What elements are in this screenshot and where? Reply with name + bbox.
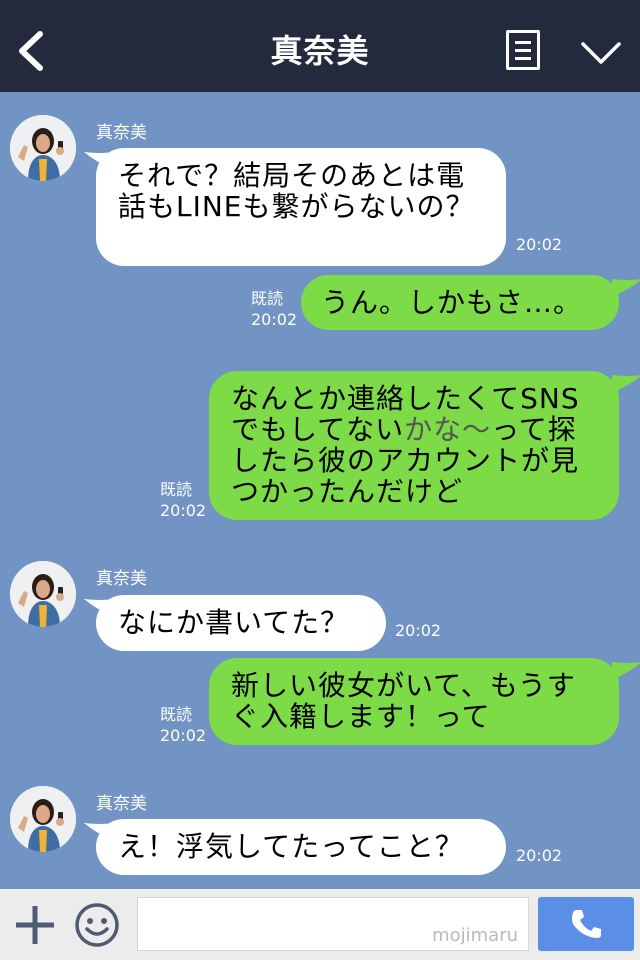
sender-name: 真奈美 xyxy=(96,794,147,814)
watermark: mojimaru xyxy=(432,925,518,946)
bubble-tail xyxy=(612,375,640,393)
sender-name: 真奈美 xyxy=(96,569,147,589)
phone-icon xyxy=(572,910,601,938)
read-receipt: 既読 xyxy=(251,289,284,308)
message-time: 20:02 xyxy=(160,726,207,745)
smiley-icon[interactable] xyxy=(74,902,120,948)
message-bubble[interactable]: うん。しかもさ…。 xyxy=(301,275,619,330)
plus-icon[interactable] xyxy=(14,904,56,946)
chat-title: 真奈美 xyxy=(270,32,370,70)
avatar[interactable] xyxy=(10,561,76,627)
message-list[interactable]: 真奈美 それで？結局そのあとは電話もLINEも繋がらないの？ 20:02 既読 … xyxy=(0,92,640,889)
message-bubble[interactable]: なにか書いてた？ xyxy=(96,595,386,651)
avatar[interactable] xyxy=(10,115,76,181)
message-bubble[interactable]: それで？結局そのあとは電話もLINEも繋がらないの？ xyxy=(96,148,506,266)
avatar-image xyxy=(10,561,76,627)
message-time: 20:02 xyxy=(160,501,207,520)
call-button[interactable] xyxy=(538,897,634,951)
avatar-image xyxy=(10,115,76,181)
avatar[interactable] xyxy=(10,786,76,852)
bubble-tail xyxy=(612,662,640,680)
message-time: 20:02 xyxy=(395,621,442,640)
message-text-highlight: かな〜 xyxy=(404,413,492,446)
notes-icon[interactable] xyxy=(506,30,540,70)
chevron-down-icon[interactable] xyxy=(580,40,622,66)
message-bubble[interactable]: 新しい彼女がいて、もうすぐ入籍します！って xyxy=(209,658,619,745)
avatar-image xyxy=(10,786,76,852)
message-time: 20:02 xyxy=(516,235,563,254)
message-bubble[interactable]: なんとか連絡したくてSNSでもしてないかな〜って探したら彼のアカウントが見つかっ… xyxy=(209,371,619,520)
read-receipt: 既読 xyxy=(160,480,193,499)
input-bar: mojimaru xyxy=(0,889,640,960)
read-receipt: 既読 xyxy=(160,705,193,724)
sender-name: 真奈美 xyxy=(96,123,147,143)
bubble-tail xyxy=(612,279,640,297)
message-input[interactable]: mojimaru xyxy=(137,897,529,951)
chat-header: 真奈美 xyxy=(0,0,640,92)
message-bubble[interactable]: え！浮気してたってこと？ xyxy=(96,819,506,875)
message-time: 20:02 xyxy=(251,310,298,329)
message-time: 20:02 xyxy=(516,846,563,865)
